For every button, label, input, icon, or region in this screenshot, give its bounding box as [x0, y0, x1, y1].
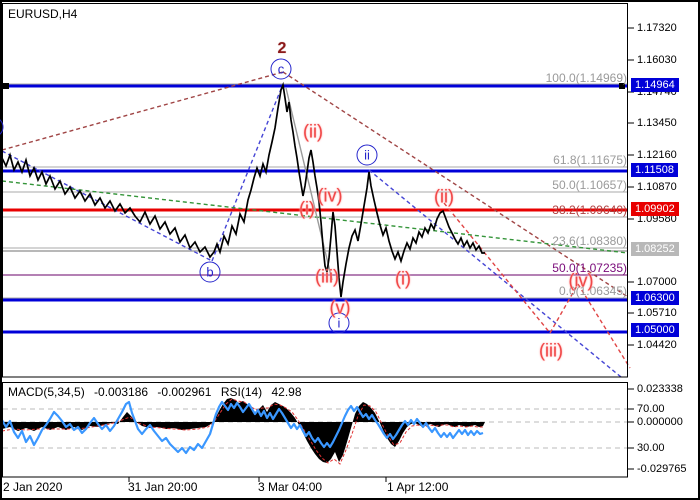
wave-label[interactable]: b: [200, 262, 221, 283]
price-level-badge: 1.08252: [631, 242, 679, 256]
price-tick-label: 1.13450: [637, 117, 677, 129]
price-tick-label: 1.04420: [637, 339, 677, 351]
price-tick-label: 1.17320: [637, 22, 677, 34]
wave-label[interactable]: (iii): [315, 267, 339, 288]
price-tick-label: 1.16030: [637, 54, 677, 66]
indicator-header: MACD(5,34,5) -0.003186 -0.002961 RSI(14)…: [8, 385, 308, 399]
indicator-tick-label: 0.023338: [637, 383, 683, 395]
wave-label[interactable]: (iv): [318, 186, 343, 207]
price-tick-label: 1.05710: [637, 307, 677, 319]
rsi-value: 42.98: [272, 385, 302, 399]
price-tick-label: 1.10870: [637, 181, 677, 193]
fib-level-label: 61.8(1.11675): [553, 153, 627, 167]
wave-label[interactable]: (i): [395, 269, 411, 290]
wave-label[interactable]: (i): [299, 199, 315, 220]
fib-level-label: 100.0(1.14969): [546, 71, 627, 85]
wave-label[interactable]: (ii): [303, 122, 323, 143]
macd-signal-value: -0.002961: [157, 385, 211, 399]
fib-level-label: 50.0(1.10657): [552, 178, 627, 192]
price-level-badge: 1.09902: [631, 202, 679, 216]
indicator-tick-label: 30.00: [637, 442, 665, 454]
indicator-tick-label: 70.00: [637, 403, 665, 415]
wave-label[interactable]: ii: [357, 145, 378, 166]
wave-label[interactable]: (iii): [539, 341, 563, 362]
macd-name-label: MACD(5,34,5): [8, 385, 85, 399]
price-level-badge: 1.14964: [631, 78, 679, 92]
price-tick-label: 1.12160: [637, 149, 677, 161]
price-level-badge: 1.11508: [631, 163, 678, 177]
fib-level-label: 38.2(1.09640): [552, 203, 627, 217]
wave-label[interactable]: c: [271, 59, 292, 80]
chart-symbol-label: EURUSD,H4: [8, 7, 77, 21]
rsi-name-label: RSI(14): [221, 385, 262, 399]
wave-label[interactable]: (ii): [434, 187, 454, 208]
fib-level-label: 23.6(1.08380): [552, 234, 627, 248]
wave-label[interactable]: (iv): [569, 271, 594, 292]
time-label: 1 Apr 12:00: [387, 480, 448, 494]
price-level-badge: 1.06300: [631, 291, 679, 305]
wave-label[interactable]: 2: [278, 40, 287, 58]
wave-label[interactable]: (v): [330, 298, 351, 319]
time-label: 31 Jan 20:00: [128, 480, 197, 494]
price-tick-label: 1.07000: [637, 276, 677, 288]
time-label: 2 Jan 2020: [3, 480, 62, 494]
indicator-tick-label: -0.029765: [637, 463, 687, 475]
indicator-tick-label: 0.000000: [637, 416, 683, 428]
trading-chart-window: EURUSD,H4 MACD(5,34,5) -0.003186 -0.0029…: [0, 0, 700, 500]
time-label: 3 Mar 04:00: [258, 480, 322, 494]
macd-main-value: -0.003186: [94, 385, 148, 399]
price-level-badge: 1.05000: [631, 323, 679, 337]
